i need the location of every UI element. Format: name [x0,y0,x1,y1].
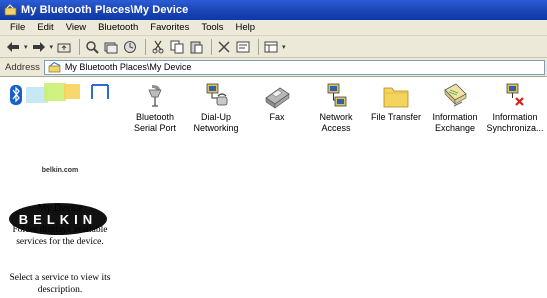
toolbar-separator [211,38,213,55]
toolbar: ▾ ▾ ▾ [0,36,547,58]
address-field[interactable]: My Bluetooth Places\My Device [43,59,545,75]
service-network-access[interactable]: Network Access [304,82,368,133]
service-label: Dial-Up Networking [193,112,239,133]
fax-icon [265,87,290,109]
pane-title: My Device [37,203,83,214]
service-information-exchange[interactable]: Information Exchange [423,82,487,133]
folders-icon[interactable] [103,39,119,55]
bluetooth-logo-banner [10,83,109,105]
toolbar-separator [258,38,260,55]
information-exchange-icon [444,83,467,107]
service-label: File Transfer [370,112,421,122]
address-value: My Bluetooth Places\My Device [64,62,192,72]
information-sync-icon [506,83,524,106]
bluetooth-places-icon [4,4,17,16]
bluetooth-places-icon [48,61,61,72]
service-bluetooth-serial-port[interactable]: Bluetooth Serial Port [123,82,187,133]
address-bar: Address My Bluetooth Places\My Device [0,58,547,77]
forward-dropdown-icon[interactable]: ▾ [50,43,54,51]
network-access-icon [327,83,347,107]
address-label: Address [5,61,40,73]
menu-file[interactable]: File [4,22,31,33]
forward-icon[interactable] [31,39,47,55]
menu-favorites[interactable]: Favorites [144,22,195,33]
dial-up-networking-icon [206,83,228,106]
menu-view[interactable]: View [60,22,92,33]
service-label: Bluetooth Serial Port [133,112,177,133]
up-folder-icon[interactable] [56,39,72,55]
properties-icon[interactable] [235,39,251,55]
service-label: Information Synchroniza... [486,112,544,133]
delete-icon[interactable] [216,39,232,55]
left-pane: BELKIN [0,77,120,298]
service-file-transfer[interactable]: File Transfer [364,82,428,123]
service-fax[interactable]: Fax [245,82,309,123]
service-label: Information Exchange [432,112,478,133]
toolbar-separator [79,38,81,55]
menu-bar: File Edit View Bluetooth Favorites Tools… [0,20,547,36]
paste-icon[interactable] [188,39,204,55]
toolbar-separator [145,38,147,55]
title-bar: My Bluetooth Places\My Device [0,0,547,20]
pane-description: Folder displays available services for t… [12,225,108,247]
service-information-synchronization[interactable]: Information Synchroniza... [483,82,547,133]
views-icon[interactable] [263,39,279,55]
file-transfer-icon [383,87,409,108]
service-label: Network Access [319,112,353,133]
service-label: Fax [269,112,285,122]
window-title: My Bluetooth Places\My Device [21,4,189,16]
back-icon[interactable] [5,39,21,55]
history-icon[interactable] [122,39,138,55]
pane-hint: Select a service to view its description… [9,273,111,295]
menu-tools[interactable]: Tools [195,22,229,33]
menu-help[interactable]: Help [230,22,262,33]
service-dial-up-networking[interactable]: Dial-Up Networking [184,82,248,133]
back-dropdown-icon[interactable]: ▾ [24,43,28,51]
copy-icon[interactable] [169,39,185,55]
menu-bluetooth[interactable]: Bluetooth [92,22,144,33]
cut-icon[interactable] [150,39,166,55]
views-dropdown-icon[interactable]: ▾ [282,43,286,51]
serial-port-icon [148,85,162,107]
brand-url: belkin.com [41,167,79,174]
menu-edit[interactable]: Edit [31,22,59,33]
search-icon[interactable] [84,39,100,55]
